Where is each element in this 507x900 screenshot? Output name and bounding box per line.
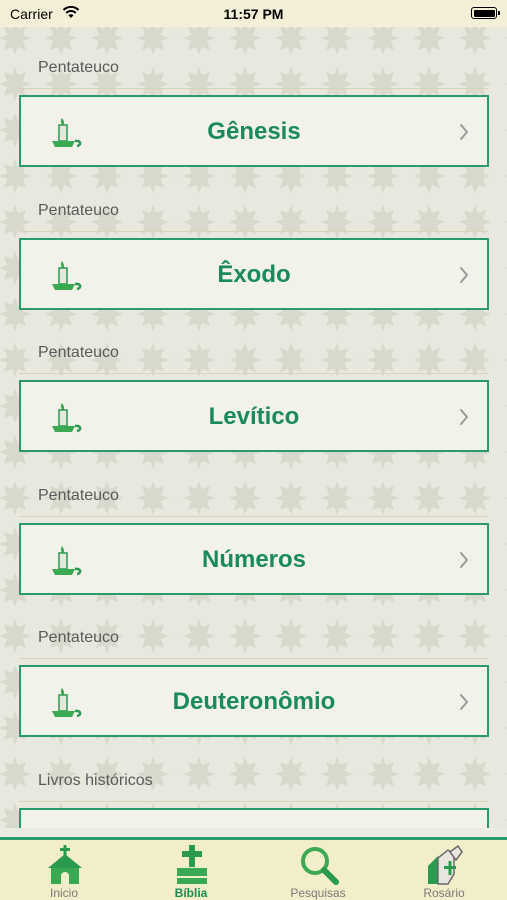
book-row[interactable]: Levítico	[19, 380, 489, 452]
book-title: Deuteronômio	[172, 688, 336, 715]
book-title: Levítico	[208, 403, 300, 430]
book-section: Pentateuco Gênesis	[0, 59, 507, 179]
tab-biblia[interactable]: Bíblia	[128, 840, 254, 900]
tab-inicio[interactable]: Inicio	[1, 840, 127, 900]
tab-pesquisas[interactable]: Pesquisas	[255, 840, 381, 900]
chevron-right-icon	[460, 409, 468, 425]
section-divider	[19, 230, 488, 232]
section-divider	[19, 800, 488, 802]
clock: 11:57 PM	[223, 6, 284, 22]
section-header: Pentateuco	[38, 201, 119, 219]
book-title: Números	[201, 545, 307, 573]
book-section: Pentateuco Deuteronômio	[0, 629, 507, 749]
bible-cross-icon	[177, 845, 207, 884]
chevron-right-icon	[460, 124, 468, 140]
book-section: Pentateuco Levítico	[0, 344, 507, 464]
book-list[interactable]: Pentateuco Gênesis Pentateuco Êxodo Pentateu…	[0, 27, 507, 828]
church-icon	[48, 845, 82, 884]
status-bar: Carrier 11:57 PM	[0, 0, 507, 27]
tab-label: Pesquisas	[290, 886, 346, 900]
section-divider	[19, 658, 488, 659]
section-divider	[19, 373, 488, 374]
section-header: Pentateuco	[38, 59, 119, 76]
book-row[interactable]: Gênesis	[19, 95, 489, 167]
chevron-right-icon	[460, 694, 468, 710]
chevron-right-icon	[460, 551, 468, 568]
tab-bar: Inicio Bíblia Pesquisas Rosário	[0, 837, 507, 900]
book-row[interactable]	[19, 807, 489, 829]
chevron-right-icon	[460, 266, 468, 283]
battery-icon	[471, 7, 500, 19]
book-title: Êxodo	[217, 260, 291, 288]
tab-label: Rosário	[423, 886, 465, 900]
book-section: Livros históricos	[0, 771, 507, 829]
tab-label: Bíblia	[174, 886, 208, 900]
book-row[interactable]: Números	[19, 522, 489, 595]
section-header: Pentateuco	[38, 486, 119, 504]
section-header: Livros históricos	[38, 771, 153, 789]
book-row[interactable]: Êxodo	[19, 237, 489, 310]
magnifier-icon	[301, 847, 339, 885]
book-section: Pentateuco Números	[0, 487, 507, 607]
book-section: Pentateuco Êxodo	[0, 202, 507, 322]
tab-rosario[interactable]: Rosário	[381, 840, 507, 900]
book-row[interactable]: Deuteronômio	[19, 665, 489, 737]
section-header: Pentateuco	[38, 629, 119, 646]
book-title: Gênesis	[207, 118, 301, 145]
section-divider	[19, 88, 488, 89]
tab-label: Inicio	[49, 886, 78, 900]
praying-hands-icon	[428, 844, 463, 885]
section-divider	[19, 515, 488, 517]
section-header: Pentateuco	[38, 344, 119, 361]
candle-icon	[49, 828, 85, 829]
